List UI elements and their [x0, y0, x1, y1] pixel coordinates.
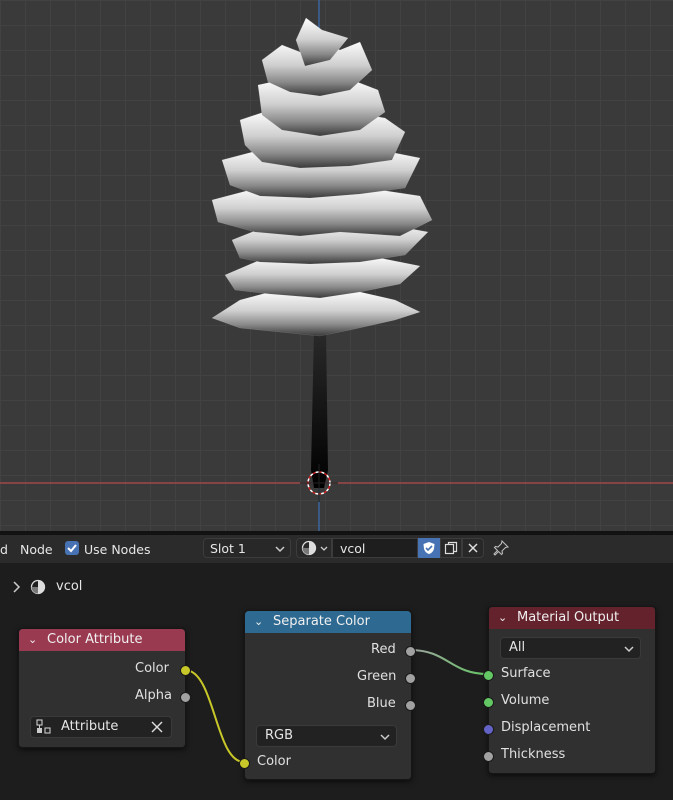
3d-viewport[interactable] — [0, 0, 673, 531]
output-alpha-label: Alpha — [135, 688, 172, 703]
target-dropdown[interactable]: All — [500, 637, 641, 659]
input-displacement-socket[interactable] — [483, 724, 494, 735]
input-volume-socket[interactable] — [483, 697, 494, 708]
fake-user-button[interactable] — [418, 538, 440, 558]
mode-value: RGB — [265, 728, 294, 743]
node-title: Color Attribute — [47, 632, 143, 647]
material-browse-button[interactable] — [296, 538, 332, 558]
node-menu[interactable]: Node — [20, 542, 53, 557]
slot-label: Slot 1 — [210, 541, 246, 556]
input-surface-socket[interactable] — [483, 670, 494, 681]
output-alpha-socket[interactable] — [180, 692, 191, 703]
input-surface-label: Surface — [501, 666, 551, 681]
output-color-socket[interactable] — [180, 665, 191, 676]
slot-dropdown[interactable]: Slot 1 — [203, 538, 291, 558]
attribute-field-value: Attribute — [61, 719, 119, 734]
chevron-down-icon — [624, 646, 634, 653]
close-icon[interactable] — [151, 721, 163, 733]
chevron-down-icon[interactable]: ⌄ — [254, 611, 263, 633]
target-value: All — [509, 640, 526, 655]
material-sphere-icon — [301, 540, 317, 556]
pin-icon[interactable] — [493, 540, 509, 556]
menu-partial[interactable]: d — [0, 542, 8, 557]
use-nodes-checkbox[interactable] — [65, 541, 79, 555]
attribute-name-field[interactable]: Attribute — [30, 716, 172, 738]
output-green-socket[interactable] — [405, 673, 416, 684]
input-displacement-label: Displacement — [501, 720, 591, 735]
link-red-to-surface — [409, 649, 489, 675]
node-header[interactable]: ⌄ Separate Color — [245, 611, 411, 633]
close-icon — [468, 543, 478, 553]
use-nodes-label: Use Nodes — [84, 542, 151, 557]
node-header[interactable]: ⌄ Color Attribute — [19, 629, 185, 651]
output-blue-label: Blue — [367, 696, 396, 711]
shield-icon — [423, 542, 435, 554]
node-title: Separate Color — [273, 614, 370, 629]
material-name: vcol — [340, 541, 366, 556]
input-thickness-label: Thickness — [501, 747, 566, 762]
3d-cursor — [300, 464, 338, 502]
tree-object — [211, 17, 433, 488]
checkbox-icon — [67, 544, 77, 553]
chevron-down-icon — [320, 546, 328, 551]
input-color-socket[interactable] — [239, 758, 250, 769]
chevron-down-icon[interactable]: ⌄ — [28, 629, 37, 651]
input-thickness-socket[interactable] — [483, 751, 494, 762]
duplicate-icon — [444, 541, 458, 555]
output-red-label: Red — [371, 642, 396, 657]
output-red-socket[interactable] — [405, 646, 416, 657]
output-color-label: Color — [135, 661, 169, 676]
node-header[interactable]: ⌄ Material Output — [489, 607, 655, 629]
mode-dropdown[interactable]: RGB — [256, 725, 397, 747]
viewport-scene — [0, 0, 673, 531]
material-name-field[interactable]: vcol — [332, 538, 418, 558]
output-blue-socket[interactable] — [405, 700, 416, 711]
input-volume-label: Volume — [501, 693, 550, 708]
link-color-to-color — [184, 669, 245, 763]
node-title: Material Output — [517, 610, 620, 625]
chevron-down-icon — [275, 546, 285, 553]
input-color-label: Color — [257, 754, 291, 769]
output-green-label: Green — [357, 669, 397, 684]
attribute-icon — [36, 719, 51, 734]
duplicate-material-button[interactable] — [440, 538, 462, 558]
chevron-down-icon — [380, 734, 390, 741]
chevron-down-icon[interactable]: ⌄ — [498, 607, 507, 629]
unlink-material-button[interactable] — [462, 538, 484, 558]
